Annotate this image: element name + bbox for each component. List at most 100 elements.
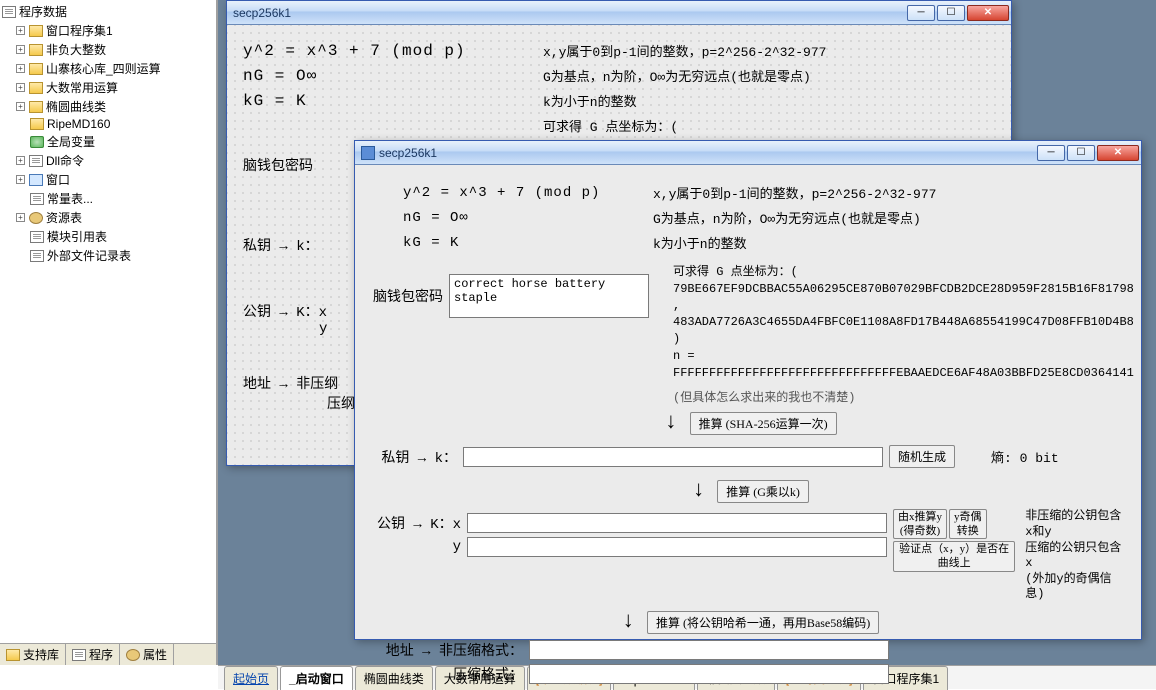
- tree-item-label: 常量表...: [47, 190, 93, 207]
- formula-desc-1: x,y属于0到p-1间的整数，p=2^256-2^32-977: [543, 41, 826, 60]
- expand-icon[interactable]: +: [16, 156, 25, 165]
- random-button[interactable]: 随机生成: [889, 445, 955, 468]
- tab-startup-window[interactable]: _启动窗口: [280, 666, 353, 690]
- minimize-button[interactable]: ─: [907, 5, 935, 21]
- formula-1-fg: y^2 = x^3 + 7 (mod p): [403, 185, 653, 201]
- folder-icon: [30, 136, 44, 148]
- formula-2-fg: nG = O∞: [403, 210, 653, 226]
- tree-item-label: 全局变量: [47, 133, 95, 150]
- formula-desc-3-fg: k为小于n的整数: [653, 233, 747, 252]
- close-button[interactable]: ✕: [967, 5, 1009, 21]
- arrow-down-icon: ↓: [693, 476, 704, 501]
- tree-root[interactable]: 程序数据: [2, 2, 214, 21]
- g-point-block: 可求得 G 点坐标为：( 79BE667EF9DCBBAC55A06295CE8…: [673, 264, 1134, 406]
- maximize-button[interactable]: ☐: [1067, 145, 1095, 161]
- tree-item[interactable]: +窗口程序集1: [2, 21, 214, 40]
- formula-desc-1-fg: x,y属于0到p-1间的整数，p=2^256-2^32-977: [653, 183, 936, 202]
- item-icon: [30, 193, 44, 205]
- gear-icon: [126, 649, 140, 661]
- expand-icon[interactable]: +: [16, 64, 25, 73]
- arrow-down-icon: ↓: [665, 408, 676, 433]
- expand-icon[interactable]: +: [16, 83, 25, 92]
- close-button[interactable]: ✕: [1097, 145, 1139, 161]
- expand-icon[interactable]: +: [16, 26, 25, 35]
- tree-item-label: 窗口: [46, 171, 70, 188]
- pubkey-y-label: y: [373, 539, 461, 555]
- expand-icon[interactable]: +: [16, 213, 25, 222]
- folder-icon: [29, 155, 43, 167]
- toggle-y-parity-button[interactable]: y奇偶 转换: [949, 509, 987, 539]
- gpoint-label: 可求得 G 点坐标为：(: [543, 116, 678, 135]
- tree-item[interactable]: 模块引用表: [2, 227, 214, 246]
- folder-icon: [29, 25, 43, 37]
- tree-item[interactable]: + 窗口: [2, 170, 214, 189]
- formula-3: kG = K: [243, 92, 543, 110]
- tree-item[interactable]: 外部文件记录表: [2, 246, 214, 265]
- addr-uncompressed-label: 地址 → 非压缩格式：: [373, 640, 523, 660]
- item-icon: [30, 250, 44, 262]
- item-icon: [29, 212, 43, 224]
- tree-item-label: 椭圆曲线类: [46, 98, 106, 115]
- data-icon: [2, 6, 16, 18]
- tree-item-label: RipeMD160: [47, 117, 110, 131]
- workspace: secp256k1 ─ ☐ ✕ y^2 = x^3 + 7 (mod p)x,y…: [218, 0, 1156, 665]
- formula-3-fg: kG = K: [403, 235, 653, 251]
- folder-icon: [29, 82, 43, 94]
- tree-item[interactable]: + 山寨核心库_四则运算: [2, 59, 214, 78]
- pubkey-x-input[interactable]: [467, 513, 887, 533]
- compute-base58-button[interactable]: 推算 (将公钥哈希一通，再用Base58编码): [647, 611, 879, 634]
- tree-view[interactable]: 程序数据 +窗口程序集1+非负大整数+山寨核心库_四则运算+大数常用运算+椭圆曲…: [0, 0, 216, 267]
- arrow-down-icon: ↓: [623, 607, 634, 632]
- sidebar-tab-prog[interactable]: 程序: [66, 644, 120, 665]
- tree-item[interactable]: + 椭圆曲线类: [2, 97, 214, 116]
- password-label: 脑钱包密码: [373, 286, 443, 306]
- expand-icon[interactable]: +: [16, 175, 25, 184]
- compute-gmul-button[interactable]: 推算 (G乘以k): [717, 480, 809, 503]
- tree-item[interactable]: RipeMD160: [2, 116, 214, 132]
- tree-item[interactable]: + Dll命令: [2, 151, 214, 170]
- addr-compressed-input[interactable]: [529, 664, 889, 684]
- formula-desc-2: G为基点，n为阶，O∞为无穷远点(也就是零点): [543, 66, 811, 85]
- tree-item-label: 非负大整数: [46, 41, 106, 58]
- privkey-label: 私钥 → k：: [373, 447, 457, 467]
- folder-icon: [29, 101, 43, 113]
- tree-item[interactable]: 全局变量: [2, 132, 214, 151]
- tree-item[interactable]: 常量表...: [2, 189, 214, 208]
- tree-item[interactable]: + 非负大整数: [2, 40, 214, 59]
- compute-sha256-button[interactable]: 推算 (SHA-256运算一次): [690, 412, 837, 435]
- tree-item-label: Dll命令: [46, 152, 84, 169]
- tree-item-label: 模块引用表: [47, 228, 107, 245]
- maximize-button[interactable]: ☐: [937, 5, 965, 21]
- tree-title-label: 程序数据: [19, 3, 67, 20]
- window-title-fg: secp256k1: [379, 146, 1035, 160]
- expand-icon[interactable]: +: [16, 45, 25, 54]
- addr-uncompressed-input[interactable]: [529, 640, 889, 660]
- pubkey-y-input[interactable]: [467, 537, 887, 557]
- tab-start[interactable]: 起始页: [224, 666, 278, 690]
- minimize-button[interactable]: ─: [1037, 145, 1065, 161]
- tree-item-label: 山寨核心库_四则运算: [46, 60, 161, 77]
- titlebar-fg[interactable]: secp256k1 ─ ☐ ✕: [355, 141, 1141, 165]
- titlebar-bg[interactable]: secp256k1 ─ ☐ ✕: [227, 1, 1011, 25]
- entropy-label: 熵: 0 bit: [991, 447, 1059, 466]
- derive-y-odd-button[interactable]: 由x推算y (得奇数): [893, 509, 947, 539]
- folder-icon: [29, 63, 43, 75]
- formula-desc-2-fg: G为基点，n为阶，O∞为无穷远点(也就是零点): [653, 208, 921, 227]
- note-label: (但具体怎么求出来的我也不清楚): [673, 390, 1134, 407]
- privkey-input[interactable]: [463, 447, 883, 467]
- tree-item[interactable]: +大数常用运算: [2, 78, 214, 97]
- formula-desc-3: k为小于n的整数: [543, 91, 637, 110]
- password-input[interactable]: correct horse battery staple: [449, 274, 649, 318]
- expand-icon[interactable]: +: [16, 102, 25, 111]
- verify-point-button[interactable]: 验证点（x，y）是否在曲线上: [893, 541, 1015, 571]
- addr-compressed-label: 压缩格式：: [373, 664, 523, 684]
- book-icon: [6, 649, 20, 661]
- tree-item[interactable]: +资源表: [2, 208, 214, 227]
- formula-2: nG = O∞: [243, 67, 543, 85]
- sidebar-tab-prop[interactable]: 属性: [120, 644, 174, 665]
- app-icon: [361, 146, 375, 160]
- pubkey-note: 非压缩的公钥包含x和y 压缩的公钥只包含x (外加y的奇偶信息): [1025, 509, 1123, 603]
- formula-1: y^2 = x^3 + 7 (mod p): [243, 42, 543, 60]
- sidebar-tab-lib[interactable]: 支持库: [0, 644, 66, 665]
- tree-item-label: 外部文件记录表: [47, 247, 131, 264]
